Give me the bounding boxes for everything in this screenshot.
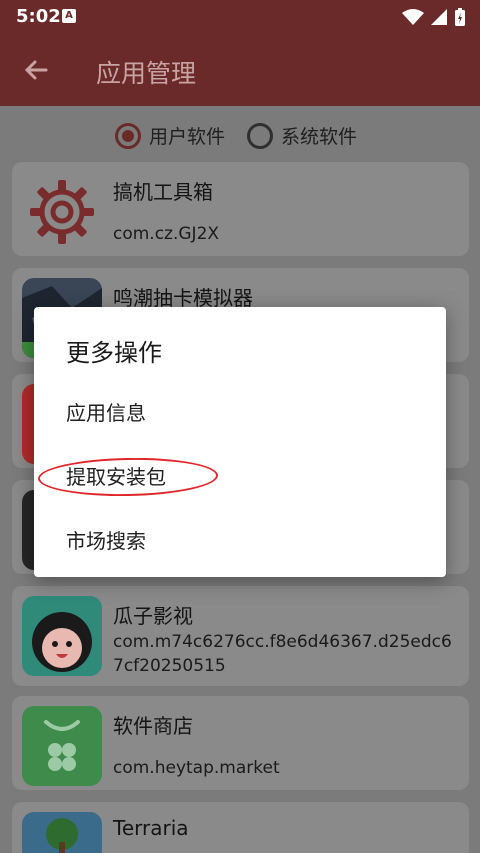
store-icon (22, 706, 102, 786)
menu-item-market-search[interactable]: 市场搜索 (66, 525, 146, 554)
list-item[interactable]: 瓜子影视 com.m74c6276cc.f8e6d46367.d25edc67c… (12, 586, 469, 686)
more-actions-dialog: 更多操作 应用信息 提取安装包 市场搜索 (34, 307, 446, 577)
list-item[interactable]: 搞机工具箱 com.cz.GJ2X (12, 162, 469, 256)
list-item[interactable]: 软件商店 com.heytap.market (12, 696, 469, 790)
battery-icon (455, 8, 465, 26)
back-arrow-icon[interactable] (22, 56, 50, 84)
radio-label: 系统软件 (281, 126, 358, 148)
page-title: 应用管理 (96, 59, 197, 88)
character-icon (22, 596, 102, 676)
app-package: com.m74c6276cc.f8e6d46367.d25edc67cf2025… (113, 632, 452, 676)
app-name: 软件商店 (113, 714, 193, 738)
tree-icon (22, 812, 102, 853)
notification-icon: A (62, 9, 76, 23)
app-name: 瓜子影视 (113, 604, 193, 628)
wifi-icon (402, 9, 424, 25)
status-time: 5:02 (16, 6, 61, 27)
app-bar: 应用管理 (0, 34, 480, 106)
signal-icon (431, 9, 447, 25)
app-name: Terraria (113, 816, 189, 840)
menu-item-app-info[interactable]: 应用信息 (66, 397, 146, 426)
gear-icon (22, 172, 102, 252)
app-package: com.heytap.market (113, 758, 280, 778)
radio-selected-icon (115, 122, 141, 149)
app-package: com.cz.GJ2X (113, 224, 220, 244)
dialog-title: 更多操作 (66, 339, 162, 367)
app-name: 搞机工具箱 (113, 180, 213, 204)
radio-system-apps[interactable]: 系统软件 (247, 122, 357, 149)
filter-radio-group: 用户软件 系统软件 (0, 116, 480, 156)
radio-label: 用户软件 (149, 126, 226, 148)
list-item[interactable]: Terraria (12, 802, 469, 853)
radio-user-apps[interactable]: 用户软件 (115, 122, 225, 149)
radio-unselected-icon (247, 122, 273, 149)
status-bar: 5:02 A (0, 0, 480, 34)
system-icons (402, 7, 466, 27)
